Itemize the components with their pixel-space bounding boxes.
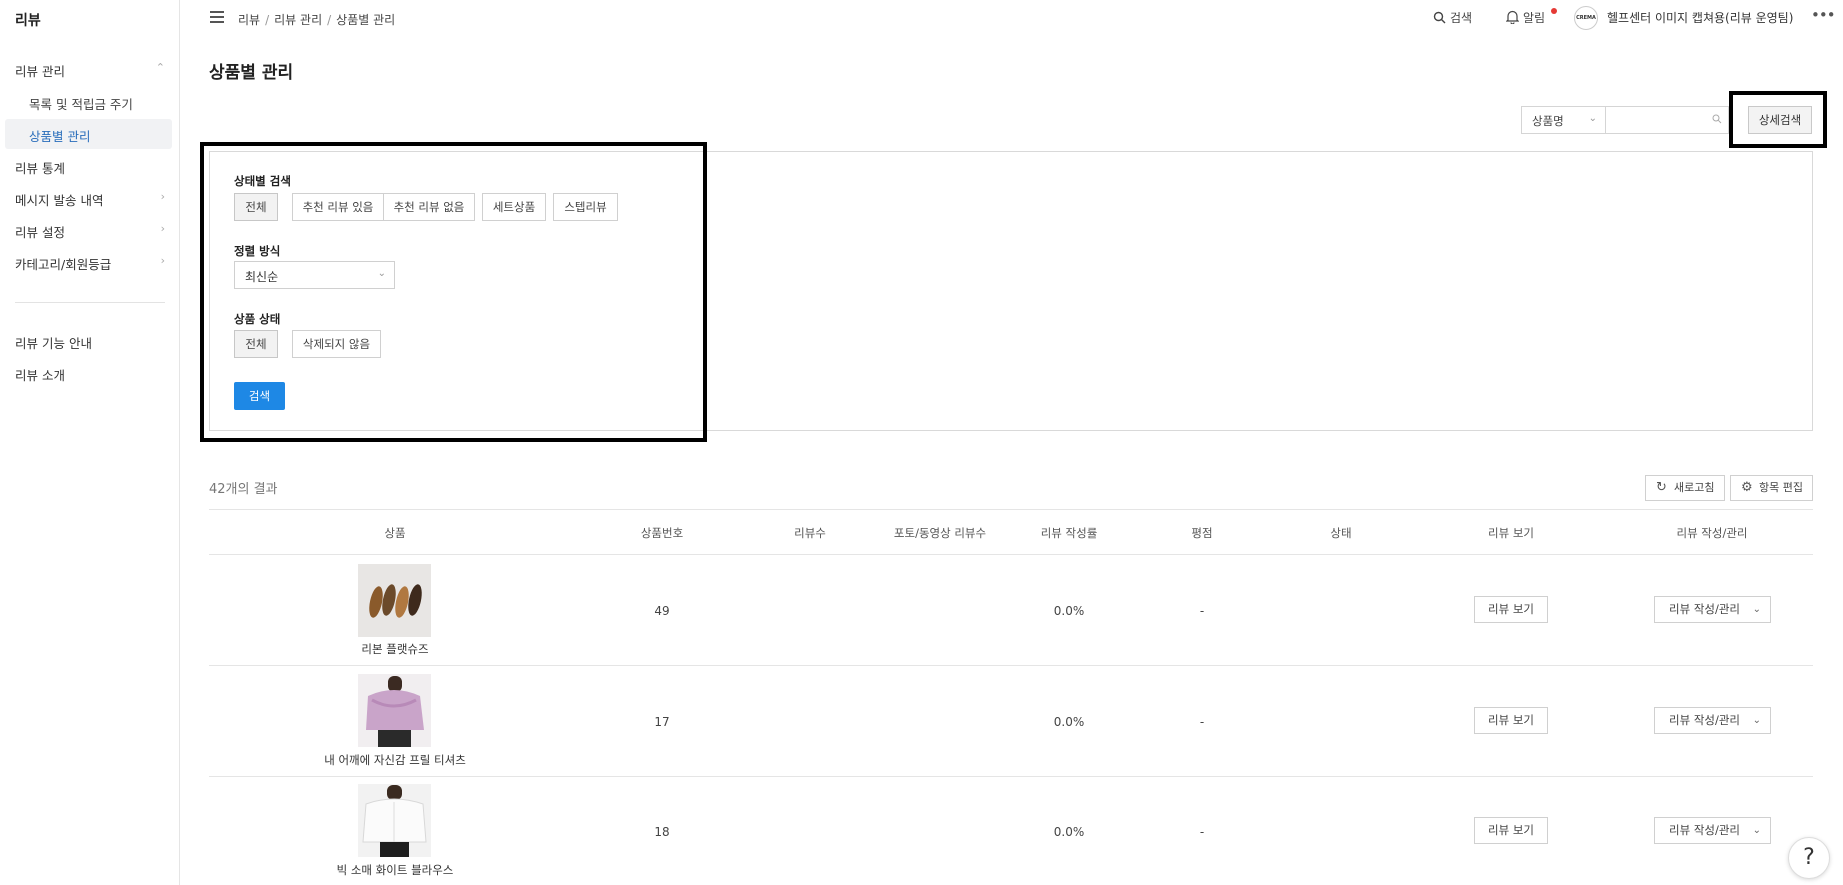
review-rate: 0.0% (1053, 715, 1085, 729)
view-review-button[interactable]: 리뷰 보기 (1474, 707, 1548, 734)
search-icon[interactable] (1712, 114, 1722, 124)
sidebar-item-review-settings[interactable]: 리뷰 설정 › (15, 222, 165, 241)
table-header-border (209, 554, 1813, 555)
review-score: - (1199, 604, 1205, 618)
view-review-button[interactable]: 리뷰 보기 (1474, 596, 1548, 623)
refresh-icon: ↻ (1656, 480, 1667, 495)
manage-review-label: 리뷰 작성/관리 (1669, 823, 1741, 837)
notification-button[interactable]: 알림 (1505, 9, 1546, 26)
avatar[interactable]: CREMA (1574, 6, 1598, 30)
sidebar-item-label: 리뷰 기능 안내 (15, 336, 92, 351)
chevron-down-icon: ⌄ (1752, 604, 1761, 615)
sidebar-item-review-management[interactable]: 리뷰 관리 ⌃ (15, 61, 165, 80)
more-options-icon[interactable]: ••• (1811, 6, 1836, 24)
row-divider (209, 776, 1813, 777)
product-thumbnail[interactable] (358, 784, 431, 857)
column-header-product-number: 상품번호 (640, 526, 684, 540)
review-score: - (1199, 715, 1205, 729)
sidebar-item-label: 리뷰 관리 (15, 64, 65, 79)
sidebar-item-label: 카테고리/회원등급 (15, 257, 112, 272)
product-name: 빅 소매 화이트 블라우스 (336, 863, 454, 877)
sidebar: 리뷰 리뷰 관리 ⌃ 목록 및 적립금 주기 상품별 관리 리뷰 통계 메시지 … (0, 0, 180, 885)
refresh-label: 새로고침 (1674, 481, 1715, 494)
chevron-right-icon: › (160, 190, 165, 203)
notification-label: 알림 (1523, 11, 1546, 25)
manage-review-label: 리뷰 작성/관리 (1669, 713, 1741, 727)
column-header-product: 상품 (384, 526, 406, 540)
result-count: 42개의 결과 (209, 482, 278, 497)
sidebar-item-list-rewards[interactable]: 목록 및 적립금 주기 (29, 94, 133, 113)
user-account-name[interactable]: 헬프센터 이미지 캡쳐용(리뷰 운영팀) (1607, 9, 1793, 26)
sidebar-item-category-grade[interactable]: 카테고리/회원등급 › (15, 254, 165, 273)
table-top-border (209, 509, 1813, 510)
chevron-right-icon: › (160, 254, 165, 267)
chevron-right-icon: › (160, 222, 165, 235)
sidebar-item-label: 리뷰 통계 (15, 161, 65, 176)
sidebar-brand: 리뷰 (15, 13, 41, 29)
column-header-status: 상태 (1330, 526, 1352, 540)
sidebar-item-label: 메시지 발송 내역 (15, 193, 104, 208)
search-input[interactable] (1606, 106, 1729, 134)
view-review-button[interactable]: 리뷰 보기 (1474, 817, 1548, 844)
edit-columns-button[interactable]: ⚙ 항목 편집 (1730, 475, 1813, 501)
top-search-button[interactable]: 검색 (1433, 9, 1472, 26)
product-name: 내 어깨에 자신감 프릴 티셔츠 (324, 753, 466, 767)
sidebar-item-feature-guide[interactable]: 리뷰 기능 안내 (15, 333, 165, 352)
manage-review-dropdown[interactable]: 리뷰 작성/관리 ⌄ (1654, 817, 1771, 844)
notification-dot (1551, 8, 1557, 14)
page-title: 상품별 관리 (209, 63, 294, 83)
top-bar: 리뷰 / 리뷰 관리 / 상품별 관리 검색 알림 CREMA 헬프센터 이미지 캡쳐용… (181, 0, 1843, 36)
sidebar-item-product-management[interactable]: 상품별 관리 (29, 126, 90, 145)
highlight-box-detail-search (1729, 91, 1827, 148)
sidebar-item-review-intro[interactable]: 리뷰 소개 (15, 365, 165, 384)
manage-review-dropdown[interactable]: 리뷰 작성/관리 ⌄ (1654, 707, 1771, 734)
search-field-select-value: 상품명 (1532, 114, 1564, 128)
gear-icon: ⚙ (1741, 480, 1753, 495)
hamburger-menu-icon[interactable] (210, 11, 224, 23)
breadcrumb-item: 상품별 관리 (336, 13, 396, 27)
sidebar-item-message-history[interactable]: 메시지 발송 내역 › (15, 190, 165, 209)
sidebar-divider (15, 302, 165, 303)
review-score: - (1199, 825, 1205, 839)
column-header-manage-review: 리뷰 작성/관리 (1676, 526, 1748, 540)
highlight-box-search-panel (200, 142, 707, 442)
sidebar-item-label: 리뷰 설정 (15, 225, 65, 240)
chevron-down-icon: ⌄ (1588, 113, 1597, 124)
column-header-review-rate: 리뷰 작성률 (1040, 526, 1098, 540)
search-icon (1433, 11, 1446, 24)
manage-review-label: 리뷰 작성/관리 (1669, 602, 1741, 616)
review-rate: 0.0% (1053, 825, 1085, 839)
product-thumbnail[interactable] (358, 564, 431, 637)
review-rate: 0.0% (1053, 604, 1085, 618)
breadcrumb-item[interactable]: 리뷰 관리 (274, 13, 322, 27)
product-name: 리본 플랫슈즈 (361, 642, 429, 656)
product-number: 17 (654, 715, 670, 729)
refresh-button[interactable]: ↻ 새로고침 (1645, 475, 1725, 501)
manage-review-dropdown[interactable]: 리뷰 작성/관리 ⌄ (1654, 596, 1771, 623)
product-thumbnail[interactable] (358, 674, 431, 747)
breadcrumb-item[interactable]: 리뷰 (238, 13, 260, 27)
search-field-select[interactable]: 상품명 ⌄ (1521, 106, 1606, 134)
product-number: 49 (654, 604, 670, 618)
column-header-score: 평점 (1191, 526, 1213, 540)
chevron-down-icon: ⌄ (1752, 715, 1761, 726)
column-header-view-review: 리뷰 보기 (1488, 526, 1534, 540)
bell-icon (1505, 10, 1520, 25)
row-divider (209, 665, 1813, 666)
chevron-up-icon: ⌃ (155, 61, 165, 74)
column-header-photo-review-count: 포토/동영상 리뷰수 (893, 526, 987, 540)
breadcrumb: 리뷰 / 리뷰 관리 / 상품별 관리 (238, 13, 396, 27)
product-number: 18 (654, 825, 670, 839)
sidebar-item-review-stats[interactable]: 리뷰 통계 (15, 158, 165, 177)
edit-columns-label: 항목 편집 (1759, 481, 1803, 494)
help-button[interactable]: ? (1788, 837, 1830, 879)
chevron-down-icon: ⌄ (1752, 825, 1761, 836)
sidebar-item-label: 리뷰 소개 (15, 368, 65, 383)
top-search-label: 검색 (1450, 11, 1473, 25)
column-header-review-count: 리뷰수 (794, 526, 826, 540)
